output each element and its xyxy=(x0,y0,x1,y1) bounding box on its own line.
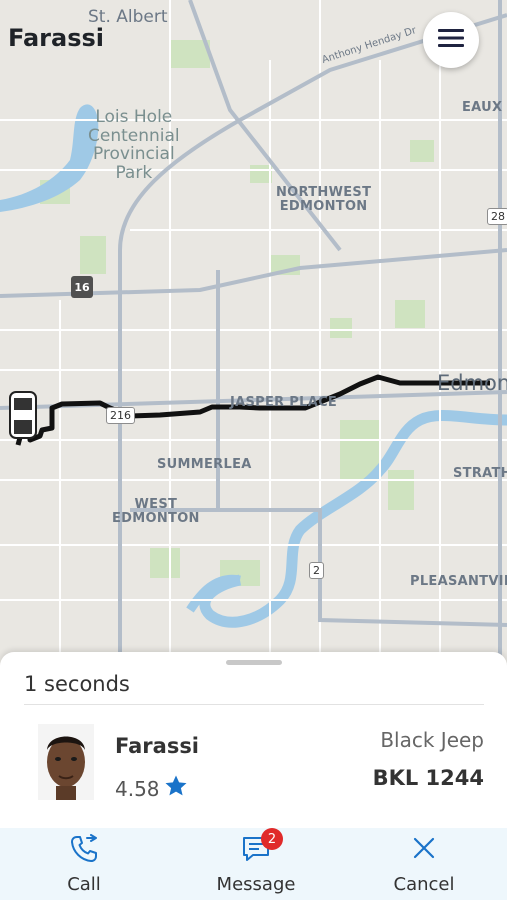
cancel-button[interactable]: Cancel xyxy=(359,828,489,900)
chat-icon: 2 xyxy=(241,828,283,864)
map-canvas xyxy=(0,0,507,660)
driver-car-marker xyxy=(9,391,37,439)
driver-name: Farassi xyxy=(115,734,200,758)
app-title: Farassi xyxy=(8,24,105,52)
close-icon xyxy=(410,834,438,864)
phone-icon xyxy=(69,834,99,864)
map-label-northwest-edmonton: NORTHWEST EDMONTON xyxy=(276,185,372,215)
sheet-drag-handle[interactable] xyxy=(226,660,282,665)
highway-2-shield: 2 xyxy=(309,562,324,579)
driver-avatar xyxy=(38,724,94,800)
license-plate: BKL 1244 xyxy=(372,766,484,790)
menu-button[interactable] xyxy=(423,12,479,68)
highway-216-shield: 216 xyxy=(106,407,135,424)
trip-bottom-sheet: 1 seconds Farassi 4.58 Black Jeep BKL 12… xyxy=(0,652,507,900)
map-label-jasper-place: JASPER PLACE xyxy=(230,395,338,410)
hamburger-menu-icon xyxy=(438,28,464,52)
unread-message-badge: 2 xyxy=(261,828,283,850)
highway-16-shield: 16 xyxy=(71,276,93,298)
call-label: Call xyxy=(67,874,101,895)
car-model: Black Jeep xyxy=(380,728,484,752)
message-label: Message xyxy=(216,874,296,895)
map-label-edmonton: Edmon xyxy=(437,371,507,395)
map-label-lois-hole-park: Lois Hole Centennial Provincial Park xyxy=(88,107,180,184)
cancel-label: Cancel xyxy=(393,874,455,895)
rating-value: 4.58 xyxy=(115,776,160,801)
map-label-west-edmonton: WEST EDMONTON xyxy=(112,497,200,527)
map-label-summerlea: SUMMERLEA xyxy=(157,457,252,472)
message-button[interactable]: 2 Message xyxy=(191,828,321,900)
driver-rating: 4.58 xyxy=(115,774,188,803)
map-view[interactable]: St. Albert Lois Hole Centennial Provinci… xyxy=(0,0,507,660)
highway-28-shield: 28 xyxy=(487,208,507,225)
divider xyxy=(24,704,484,705)
map-label-pleasantview: PLEASANTVIEW xyxy=(410,574,507,589)
call-button[interactable]: Call xyxy=(19,828,149,900)
action-bar: Call 2 Message Cancel xyxy=(0,828,507,900)
map-label-eaux-claires: EAUX C xyxy=(462,100,507,115)
map-label-strathearn: STRATH xyxy=(453,466,507,481)
star-icon xyxy=(164,774,188,803)
eta-text: 1 seconds xyxy=(24,672,130,696)
